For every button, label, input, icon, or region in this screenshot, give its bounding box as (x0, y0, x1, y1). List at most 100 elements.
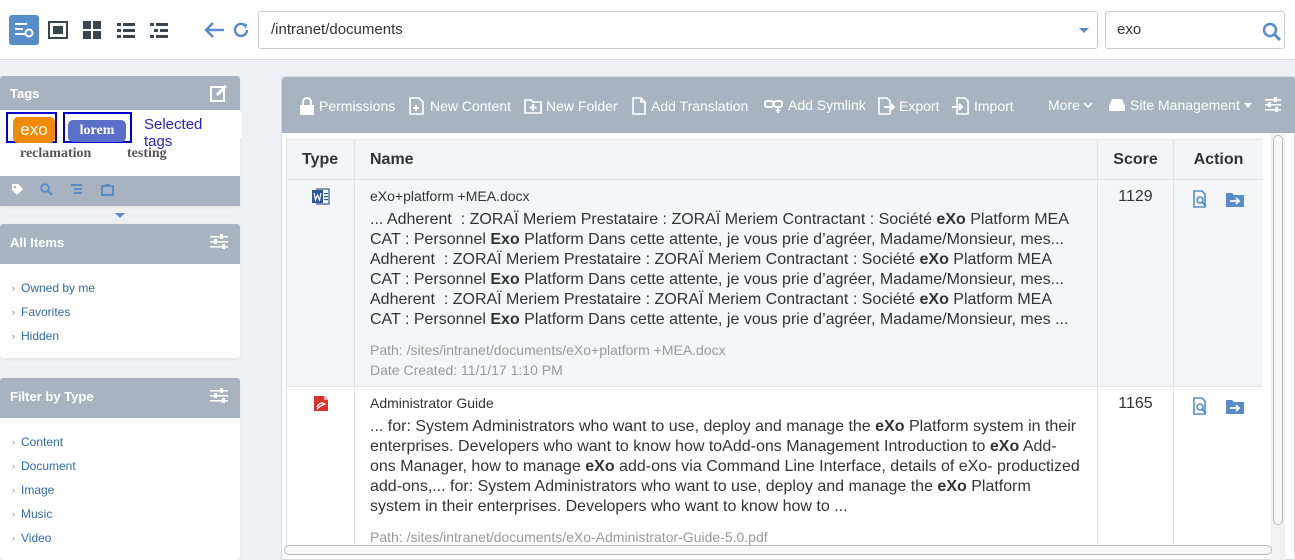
type-cell (286, 179, 355, 387)
chevron-down-icon[interactable] (1079, 28, 1089, 33)
add-translation-icon (632, 97, 646, 115)
column-header-score[interactable]: Score (1097, 139, 1174, 180)
top-toolbar: /intranet/documents exo (0, 0, 1295, 60)
new-folder-label: New Folder (546, 98, 618, 114)
import-label: Import (974, 98, 1014, 114)
filter-by-type-title: Filter by Type (10, 389, 94, 404)
list-item-label: Document (21, 459, 76, 473)
list-item-favorites[interactable]: › Favorites (12, 300, 240, 324)
tag-lorem[interactable]: lorem (68, 120, 126, 142)
import-icon (952, 97, 969, 115)
view-settings-icon[interactable] (1265, 97, 1285, 113)
name-cell: eXo+platform +MEA.docx ... Adherent : ZO… (354, 179, 1098, 387)
more-button[interactable]: More (1048, 97, 1097, 113)
list-item-label: Hidden (21, 329, 60, 343)
tags-title: Tags (10, 86, 40, 101)
add-symlink-button[interactable]: Add Symlink (764, 97, 866, 113)
selected-tags-label: Selected tags (136, 112, 242, 150)
list-item-content[interactable]: › Content (12, 430, 240, 454)
chevron-down-icon (1083, 102, 1093, 109)
export-icon (878, 97, 895, 115)
export-label: Export (899, 98, 940, 114)
vertical-scrollbar[interactable] (1271, 133, 1285, 560)
column-header-action: Action (1173, 139, 1263, 180)
tree-icon[interactable] (70, 183, 83, 201)
document-title[interactable]: Administrator Guide (370, 395, 1082, 411)
search-input[interactable]: exo (1105, 11, 1285, 49)
chevron-right-icon: › (12, 533, 15, 543)
filter-by-type-panel: Filter by Type › Content › Document › Image… (0, 378, 240, 560)
list-item-hidden[interactable]: › Hidden (12, 324, 240, 348)
document-date: Date Created: 11/1/17 1:10 PM (370, 362, 563, 378)
scrollbar-thumb[interactable] (284, 545, 1272, 555)
icon-view-icon[interactable] (43, 15, 73, 45)
column-header-type[interactable]: Type (286, 139, 355, 180)
table-header-row: Type Name Score Action (286, 139, 1263, 180)
more-label: More (1048, 97, 1080, 113)
preview-icon[interactable] (1192, 397, 1210, 420)
edit-icon[interactable] (210, 84, 228, 105)
table-row[interactable]: Administrator Guide ... for: System Admi… (286, 386, 1263, 554)
new-folder-icon (524, 99, 542, 114)
site-management-label: Site Management (1130, 97, 1240, 113)
action-cell (1173, 179, 1263, 387)
refresh-icon[interactable] (226, 15, 256, 45)
drive-icon[interactable] (101, 183, 114, 201)
new-content-icon (409, 97, 424, 115)
document-path: Path: /sites/intranet/documents/eXo+plat… (370, 342, 726, 358)
add-translation-button[interactable]: Add Translation (631, 97, 748, 115)
search-value: exo (1117, 21, 1142, 38)
tag-exo[interactable]: exo (13, 117, 55, 143)
path-input[interactable]: /intranet/documents (258, 11, 1098, 49)
document-excerpt: ... Adherent : ZORAÏ Meriem Prestataire … (370, 211, 1069, 328)
table-row[interactable]: eXo+platform +MEA.docx ... Adherent : ZO… (286, 179, 1263, 387)
permissions-button[interactable]: Permissions (299, 97, 395, 115)
export-button[interactable]: Export (877, 97, 939, 115)
list-item-music[interactable]: › Music (12, 502, 240, 526)
filter-type-list: › Content › Document › Image › Music › Video (0, 418, 240, 550)
site-management-button[interactable]: Site Management (1108, 97, 1252, 113)
tag-tools-bar (0, 176, 240, 206)
document-title[interactable]: eXo+platform +MEA.docx (370, 188, 1082, 204)
scrollbar-thumb[interactable] (1273, 135, 1283, 525)
new-content-label: New Content (430, 98, 511, 114)
caret-down-icon (1243, 102, 1252, 108)
import-button[interactable]: Import (952, 97, 1014, 115)
document-excerpt: ... for: System Administrators who want … (370, 418, 1080, 515)
tag-icon[interactable] (11, 183, 24, 201)
new-folder-button[interactable]: New Folder (524, 97, 618, 115)
list-item-video[interactable]: › Video (12, 526, 240, 550)
add-symlink-label: Add Symlink (788, 97, 866, 113)
open-folder-icon[interactable] (1225, 398, 1245, 420)
chevron-right-icon: › (12, 485, 15, 495)
open-folder-icon[interactable] (1225, 191, 1245, 213)
action-cell (1173, 386, 1263, 554)
tag-testing[interactable]: testing (127, 146, 167, 162)
new-content-button[interactable]: New Content (408, 97, 511, 115)
chevron-right-icon: › (12, 437, 15, 447)
tag-reclamation[interactable]: reclamation (20, 146, 91, 162)
column-header-name[interactable]: Name (354, 139, 1098, 180)
list-item-owned-by-me[interactable]: › Owned by me (12, 276, 240, 300)
chevron-right-icon: › (12, 461, 15, 471)
path-value: /intranet/documents (271, 21, 403, 38)
search-icon[interactable] (1262, 20, 1282, 56)
pdf-doc-icon (313, 396, 329, 416)
list-item-document[interactable]: › Document (12, 454, 240, 478)
all-items-panel: All Items › Owned by me › Favorites › Hidde… (0, 224, 240, 358)
preview-icon[interactable] (1192, 190, 1210, 213)
list-view-icon[interactable] (111, 15, 141, 45)
filter-settings-icon[interactable] (210, 388, 228, 407)
drive-icon (1109, 99, 1125, 111)
search-icon[interactable] (40, 183, 53, 201)
filter-settings-icon[interactable] (210, 234, 228, 253)
tree-view-icon[interactable] (144, 15, 174, 45)
collapse-caret-icon[interactable] (115, 213, 125, 218)
type-cell (286, 386, 355, 554)
thumbnail-view-icon[interactable] (77, 15, 107, 45)
admin-view-icon[interactable] (9, 15, 39, 45)
chevron-right-icon: › (12, 331, 15, 341)
horizontal-scrollbar[interactable] (282, 539, 1272, 555)
list-item-image[interactable]: › Image (12, 478, 240, 502)
permissions-label: Permissions (319, 98, 396, 114)
